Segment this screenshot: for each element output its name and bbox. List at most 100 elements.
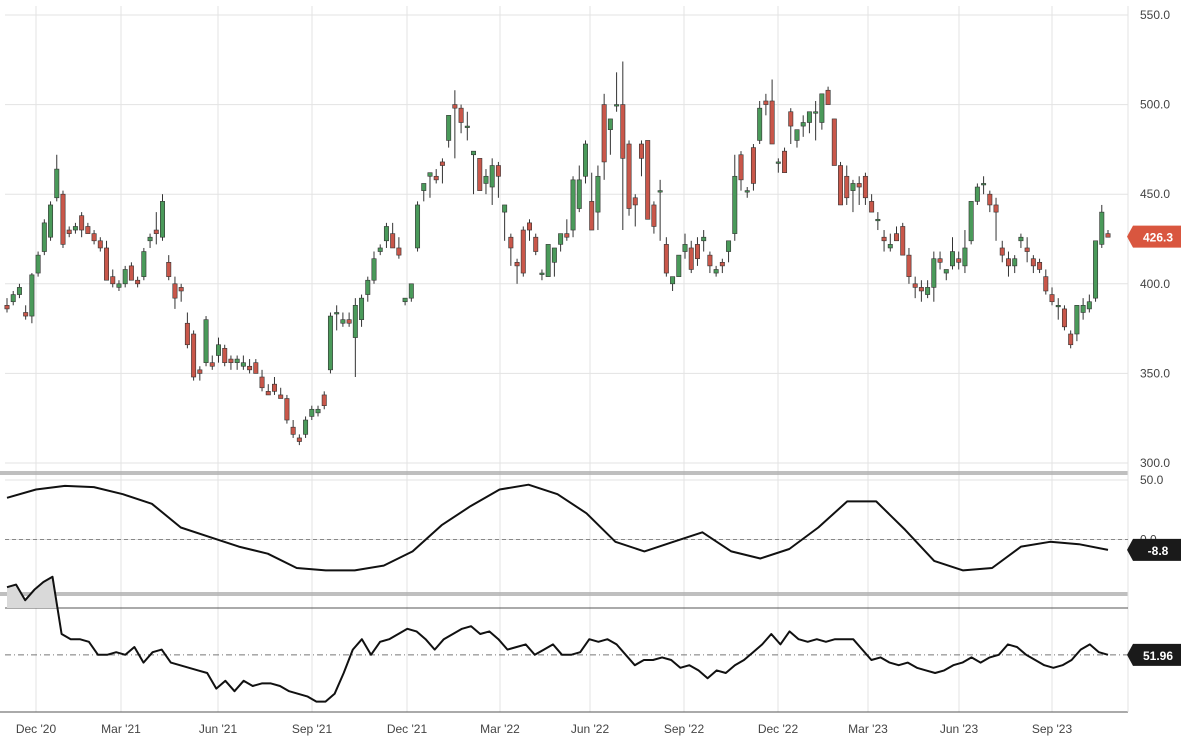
candle[interactable] — [265, 384, 271, 396]
candle[interactable] — [191, 330, 197, 381]
candle[interactable] — [377, 244, 383, 256]
candle[interactable] — [415, 201, 421, 252]
candle[interactable] — [128, 262, 134, 281]
candle[interactable] — [60, 190, 66, 248]
candle[interactable] — [694, 237, 700, 266]
candle[interactable] — [912, 276, 918, 299]
candle[interactable] — [999, 240, 1005, 263]
candle[interactable] — [862, 172, 868, 205]
candle[interactable] — [638, 140, 644, 177]
candle[interactable] — [1055, 298, 1061, 320]
candle[interactable] — [352, 298, 358, 378]
candle[interactable] — [813, 100, 819, 141]
candle[interactable] — [937, 251, 943, 270]
candle[interactable] — [651, 201, 657, 234]
candle[interactable] — [408, 283, 414, 302]
oscillator-line[interactable] — [6, 483, 1109, 572]
candle[interactable] — [172, 276, 178, 309]
candle[interactable] — [831, 118, 837, 166]
candle[interactable] — [483, 169, 489, 195]
candle[interactable] — [688, 240, 694, 274]
candle[interactable] — [974, 183, 980, 205]
candle[interactable] — [72, 222, 78, 234]
candle[interactable] — [16, 283, 22, 299]
stock-chart[interactable]: 550.0500.0450.0400.0350.0300.050.00.0Dec… — [0, 0, 1200, 751]
candle[interactable] — [1049, 287, 1055, 306]
candle[interactable] — [769, 79, 775, 145]
candle[interactable] — [66, 226, 72, 238]
candle[interactable] — [458, 104, 464, 134]
candle[interactable] — [558, 233, 564, 252]
candle[interactable] — [800, 115, 806, 137]
candle[interactable] — [97, 237, 103, 252]
candle[interactable] — [732, 154, 738, 241]
candle[interactable] — [502, 204, 508, 241]
candle[interactable] — [4, 298, 10, 313]
candle[interactable] — [757, 100, 763, 145]
candle[interactable] — [178, 283, 184, 302]
candle[interactable] — [570, 176, 576, 238]
candle[interactable] — [396, 237, 402, 259]
candle[interactable] — [1105, 230, 1111, 238]
candle[interactable] — [147, 233, 153, 248]
candle[interactable] — [166, 255, 172, 281]
candle[interactable] — [54, 154, 60, 202]
candle[interactable] — [931, 251, 937, 302]
candle[interactable] — [551, 247, 557, 277]
candle[interactable] — [981, 176, 987, 195]
candle[interactable] — [968, 201, 974, 245]
candle[interactable] — [744, 187, 750, 198]
candle[interactable] — [564, 219, 570, 241]
candle[interactable] — [576, 165, 582, 213]
candle[interactable] — [713, 265, 719, 277]
candle[interactable] — [676, 254, 682, 277]
candle[interactable] — [91, 230, 97, 245]
candle[interactable] — [433, 169, 439, 184]
candle[interactable] — [35, 251, 41, 277]
candle[interactable] — [806, 111, 812, 134]
candle[interactable] — [738, 151, 744, 191]
candle[interactable] — [1099, 204, 1105, 248]
candle[interactable] — [1018, 233, 1024, 248]
candle[interactable] — [359, 294, 365, 327]
candle[interactable] — [844, 165, 850, 205]
candle[interactable] — [278, 387, 284, 399]
candle[interactable] — [153, 212, 159, 245]
candle[interactable] — [160, 194, 165, 241]
candle[interactable] — [1093, 240, 1099, 302]
candle[interactable] — [48, 201, 54, 241]
candle[interactable] — [1037, 258, 1043, 274]
candle[interactable] — [726, 240, 732, 263]
candle[interactable] — [104, 240, 110, 281]
candle[interactable] — [79, 212, 85, 238]
candle[interactable] — [533, 233, 539, 256]
candle[interactable] — [85, 222, 91, 234]
candle[interactable] — [614, 72, 620, 112]
candle[interactable] — [41, 219, 47, 256]
candle[interactable] — [203, 316, 209, 367]
candle[interactable] — [284, 394, 290, 424]
candle[interactable] — [869, 194, 875, 213]
candle[interactable] — [141, 247, 147, 281]
candle[interactable] — [707, 251, 713, 274]
candle[interactable] — [315, 405, 321, 417]
candle[interactable] — [1068, 330, 1074, 349]
candle[interactable] — [601, 93, 607, 180]
candle[interactable] — [1074, 305, 1080, 342]
candle[interactable] — [209, 355, 215, 370]
candle[interactable] — [290, 420, 296, 438]
candle[interactable] — [775, 158, 781, 173]
candle[interactable] — [471, 150, 477, 195]
candle[interactable] — [925, 280, 931, 299]
candle[interactable] — [508, 233, 514, 266]
candle[interactable] — [303, 416, 309, 438]
candle[interactable] — [321, 391, 327, 410]
candle[interactable] — [670, 276, 676, 291]
candle[interactable] — [240, 355, 246, 370]
candle[interactable] — [464, 111, 470, 141]
candle[interactable] — [184, 312, 190, 349]
candle[interactable] — [216, 337, 221, 363]
candle[interactable] — [452, 90, 458, 159]
candle[interactable] — [334, 305, 340, 331]
candle[interactable] — [1080, 298, 1086, 320]
